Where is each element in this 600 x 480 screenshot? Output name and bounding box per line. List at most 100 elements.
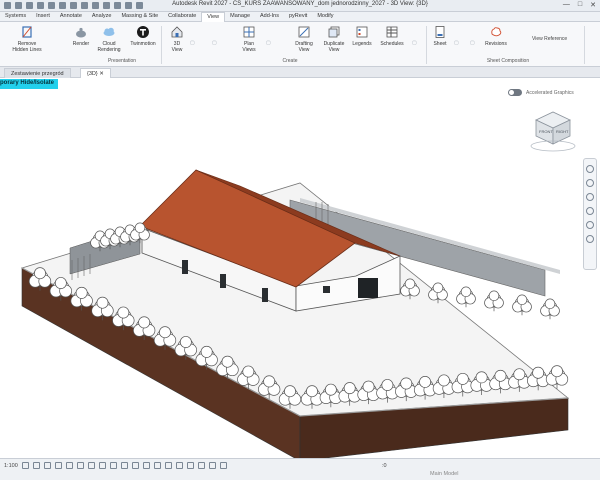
schedules-button[interactable]: Schedules	[378, 25, 406, 47]
show-crop-icon[interactable]	[88, 462, 95, 469]
tab-pyrevit[interactable]: pyRevit	[284, 12, 312, 21]
view-scale[interactable]: 1:100	[4, 463, 18, 469]
tree	[484, 290, 504, 312]
close-icon[interactable]: ✕	[590, 1, 596, 9]
revisions-button[interactable]: Revisions	[482, 25, 510, 47]
duplicate-view-button[interactable]: Duplicate View	[320, 25, 348, 53]
duplicate-view-icon	[328, 26, 340, 38]
temporary-hide-isolate-banner: porary Hide/Isolate	[0, 79, 59, 89]
reveal-hidden-icon[interactable]	[121, 462, 128, 469]
tab-analyze[interactable]: Analyze	[87, 12, 117, 21]
look-icon[interactable]	[586, 221, 594, 229]
panel-label-presentation: Presentation	[107, 58, 137, 64]
editable-only-icon[interactable]	[209, 462, 216, 469]
revisions-icon	[491, 27, 502, 37]
navigation-bar	[583, 158, 597, 270]
close-tab-icon[interactable]: ✕	[99, 71, 104, 77]
scope-box-disabled: ▢	[412, 40, 417, 46]
sheet-icon	[435, 26, 445, 38]
view-control-icons	[22, 462, 227, 469]
ribbon-panel: Remove Hidden Lines Render Cloud Renderi…	[0, 22, 600, 67]
drafting-view-button[interactable]: Drafting View	[290, 25, 318, 53]
place-view-disabled: ▢	[470, 40, 475, 46]
tab-annotate[interactable]: Annotate	[55, 12, 87, 21]
highlight-displacement-icon[interactable]	[154, 462, 161, 469]
render-button[interactable]: Render	[68, 25, 94, 47]
workset-indicator: :0	[382, 463, 387, 469]
lock-view-icon[interactable]	[99, 462, 106, 469]
design-options-icon[interactable]	[198, 462, 205, 469]
remove-hidden-lines-icon	[22, 26, 32, 38]
toggle-switch[interactable]	[508, 89, 522, 96]
reveal-constraints-icon[interactable]	[165, 462, 172, 469]
maximize-icon[interactable]: □	[578, 1, 582, 9]
document-tab-bar: Zestawienie przegród {3D} ✕	[0, 67, 600, 78]
cloud-rendering-button[interactable]: Cloud Rendering	[96, 25, 122, 53]
filter-icon[interactable]	[220, 462, 227, 469]
visual-style-icon[interactable]	[33, 462, 40, 469]
main-model-selector[interactable]: Main Model	[430, 471, 458, 477]
tab-manage[interactable]: Manage	[225, 12, 255, 21]
cloud-rendering-icon	[103, 27, 115, 36]
orbit-icon[interactable]	[586, 207, 594, 215]
house-window	[262, 288, 268, 302]
temp-hide-icon[interactable]	[110, 462, 117, 469]
tab-insert[interactable]: Insert	[31, 12, 55, 21]
3d-model-scene	[20, 169, 570, 462]
schedules-icon	[386, 26, 398, 38]
detail-level-icon[interactable]	[22, 462, 29, 469]
3d-viewport[interactable]: FRONT RIGHT	[0, 78, 600, 462]
doc-tab-zestawienie[interactable]: Zestawienie przegród	[4, 68, 71, 78]
minimize-icon[interactable]: —	[563, 1, 570, 9]
plan-views-button[interactable]: Plan Views	[236, 25, 262, 53]
accelerated-graphics-toggle[interactable]: Accelerated Graphics	[508, 89, 574, 96]
elevation-disabled: ▢	[266, 40, 271, 46]
window-title: Autodesk Revit 2027 - CS_KURS ZAAWANSOWA…	[172, 1, 428, 7]
twinmotion-button[interactable]: Twinmotion	[126, 25, 160, 47]
view-reference-button[interactable]: View Reference	[532, 36, 567, 42]
twinmotion-icon	[137, 26, 149, 38]
viewcube[interactable]: FRONT RIGHT	[528, 104, 578, 152]
callout-disabled: ▢	[212, 40, 217, 46]
tab-view[interactable]: View	[201, 12, 226, 22]
teapot-icon	[76, 27, 86, 38]
steering-wheel-icon[interactable]	[586, 165, 594, 173]
tab-modify[interactable]: Modify	[312, 12, 338, 21]
worksets-icon[interactable]	[187, 462, 194, 469]
tab-massing-site[interactable]: Massing & Site	[116, 12, 163, 21]
tab-collaborate[interactable]: Collaborate	[163, 12, 201, 21]
panel-label-create: Create	[282, 58, 298, 64]
panel-separator	[584, 26, 585, 64]
full-navigation-icon[interactable]	[586, 235, 594, 243]
ribbon-tabs: Systems Insert Annotate Analyze Massing …	[0, 12, 600, 22]
sheet-button[interactable]: Sheet	[430, 25, 450, 47]
panel-separator	[426, 26, 427, 64]
3d-view-button[interactable]: 3D View	[166, 25, 188, 53]
pan-icon[interactable]	[586, 193, 594, 201]
render-dialog-icon[interactable]	[66, 462, 73, 469]
worksharing-icon[interactable]	[132, 462, 139, 469]
zoom-icon[interactable]	[586, 179, 594, 187]
panel-label-sheet-composition: Sheet Composition	[486, 58, 530, 64]
sun-path-icon[interactable]	[44, 462, 51, 469]
drafting-view-icon	[298, 26, 310, 38]
analytical-model-icon[interactable]	[143, 462, 150, 469]
crop-view-icon[interactable]	[77, 462, 84, 469]
shadows-icon[interactable]	[55, 462, 62, 469]
house-window	[182, 260, 188, 274]
tree	[512, 294, 532, 316]
house-window	[220, 274, 226, 288]
section-disabled: ▢	[190, 40, 195, 46]
tab-systems[interactable]: Systems	[0, 12, 31, 21]
title-bar: Autodesk Revit 2027 - CS_KURS ZAAWANSOWA…	[0, 0, 600, 12]
preview-visibility-icon[interactable]	[176, 462, 183, 469]
viewcube-front-label: FRONT	[539, 129, 553, 134]
viewcube-right-label: RIGHT	[556, 129, 569, 134]
doc-tab-3d[interactable]: {3D} ✕	[80, 68, 111, 78]
legends-button[interactable]: Legends	[350, 25, 374, 47]
panel-separator	[161, 26, 162, 64]
plan-views-icon	[243, 26, 255, 38]
tab-add-ins[interactable]: Add-Ins	[255, 12, 284, 21]
remove-hidden-lines-button[interactable]: Remove Hidden Lines	[10, 25, 44, 53]
tree	[540, 298, 560, 320]
